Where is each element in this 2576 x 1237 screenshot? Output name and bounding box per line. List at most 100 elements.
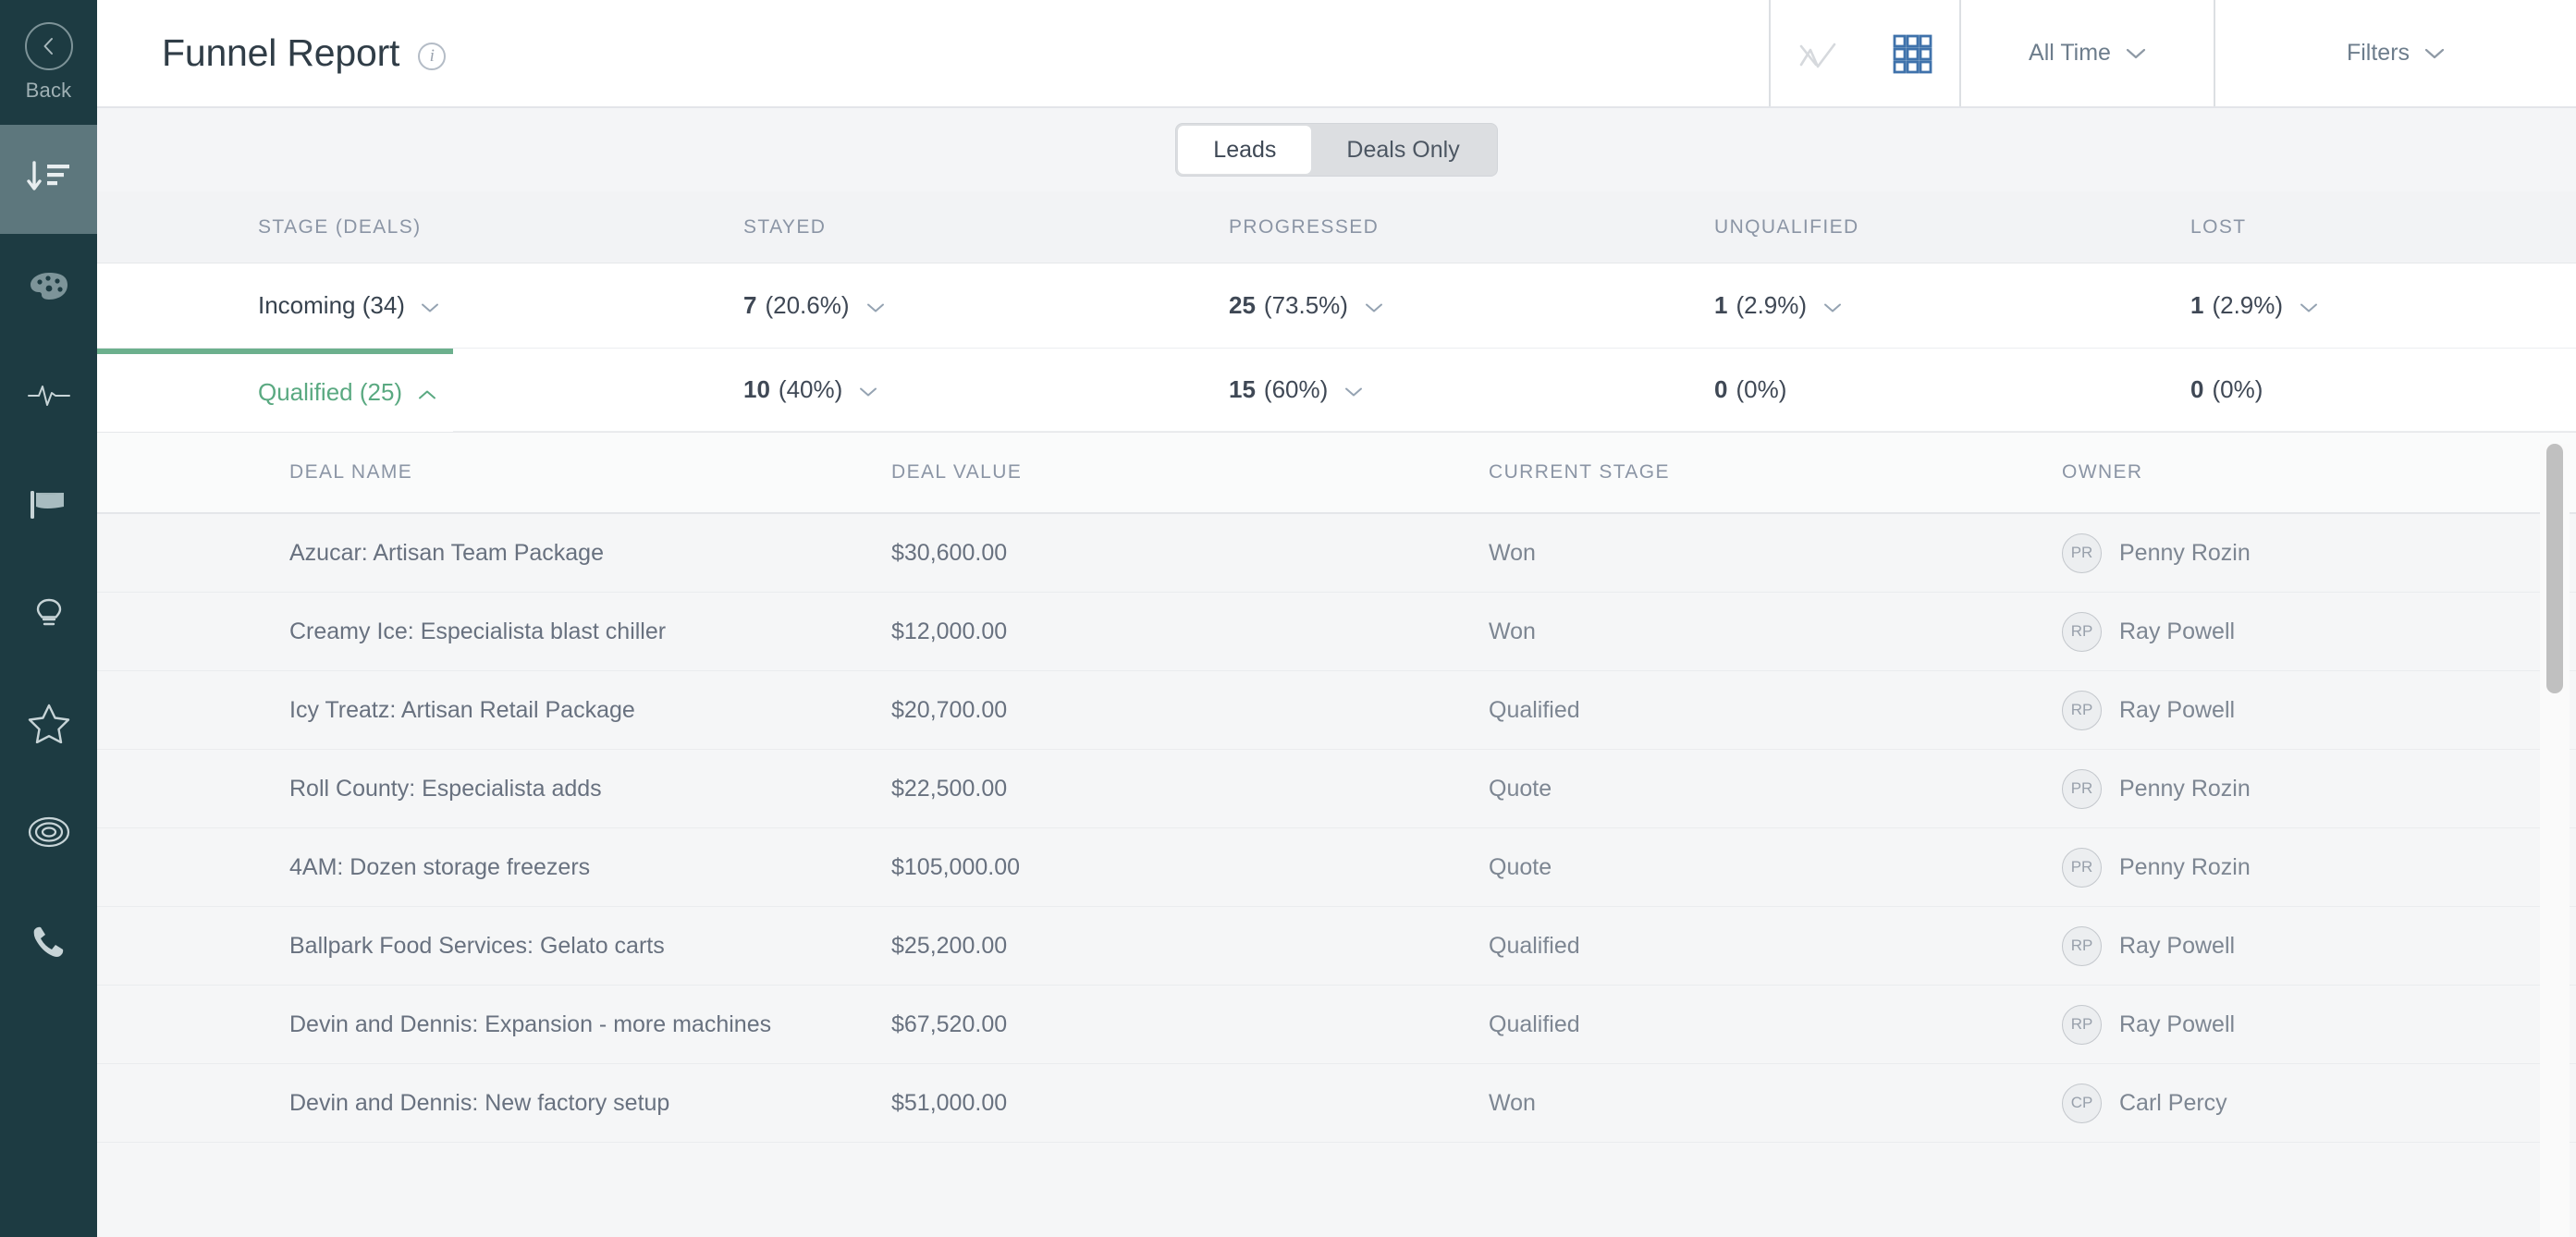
tab-deals-only[interactable]: Deals Only bbox=[1311, 126, 1494, 174]
back-label: Back bbox=[25, 79, 72, 102]
deals-col-stage: CURRENT STAGE bbox=[1489, 461, 1670, 483]
chevron-down-icon[interactable] bbox=[1823, 291, 1842, 320]
deal-value: $30,600.00 bbox=[891, 539, 1008, 566]
chevron-down-icon[interactable] bbox=[2300, 291, 2318, 320]
chevron-down-icon[interactable] bbox=[1344, 375, 1363, 404]
page-title: Funnel Report bbox=[162, 31, 400, 74]
deals-header-row: DEAL NAME DEAL VALUE CURRENT STAGE OWNER bbox=[97, 433, 2576, 514]
owner-name: Penny Rozin bbox=[2119, 539, 2251, 566]
deal-owner: PR Penny Rozin bbox=[2062, 768, 2576, 809]
deal-owner: PR Penny Rozin bbox=[2062, 847, 2576, 888]
deals-table-row[interactable]: Creamy Ice: Especialista blast chiller $1… bbox=[97, 593, 2576, 671]
avatar: PR bbox=[2062, 533, 2102, 573]
sidebar-item-goals[interactable] bbox=[0, 452, 97, 561]
funnel-unqualified-cell: 0 (0%) bbox=[1714, 375, 2190, 404]
deal-current-stage: Won bbox=[1489, 1089, 1536, 1116]
sidebar-item-dashboard[interactable] bbox=[0, 234, 97, 343]
funnel-progressed-pct: (73.5%) bbox=[1263, 291, 1348, 319]
deals-table-row[interactable]: Icy Treatz: Artisan Retail Package $20,70… bbox=[97, 671, 2576, 750]
funnel-unqualified-pct: (0%) bbox=[1736, 375, 1787, 403]
deals-scrollbar[interactable] bbox=[2540, 444, 2570, 1237]
funnel-stayed-cell[interactable]: 10 (40%) bbox=[743, 375, 1229, 404]
deal-name: Devin and Dennis: Expansion - more machi… bbox=[289, 1010, 772, 1037]
avatar: PR bbox=[2062, 768, 2102, 809]
funnel-stage-cell-selected[interactable]: Qualified (25) bbox=[97, 348, 743, 432]
deal-owner: RP Ray Powell bbox=[2062, 1004, 2576, 1045]
funnel-unqualified-cell[interactable]: 1 (2.9%) bbox=[1714, 291, 2190, 320]
funnel-row-incoming[interactable]: Incoming (34) 7 (20.6%) 25 (73.5%) 1 (2.… bbox=[97, 263, 2576, 349]
chevron-down-icon[interactable] bbox=[859, 375, 877, 404]
deals-table-row[interactable]: Roll County: Especialista adds $22,500.00… bbox=[97, 750, 2576, 828]
line-chart-icon[interactable] bbox=[1771, 37, 1865, 70]
avatar: CP bbox=[2062, 1083, 2102, 1123]
funnel-lost-count: 1 bbox=[2190, 291, 2204, 319]
info-icon[interactable]: i bbox=[418, 42, 447, 70]
avatar: RP bbox=[2062, 611, 2102, 652]
deals-table-row[interactable]: Devin and Dennis: Expansion - more machi… bbox=[97, 986, 2576, 1064]
funnel-lost-cell[interactable]: 1 (2.9%) bbox=[2190, 291, 2576, 320]
pulse-icon bbox=[27, 382, 71, 414]
funnel-row-qualified[interactable]: Qualified (25) 10 (40%) 15 (60%) 0 (0%) … bbox=[97, 348, 2576, 432]
back-button[interactable]: Back bbox=[0, 15, 97, 103]
funnel-progressed-cell[interactable]: 25 (73.5%) bbox=[1229, 291, 1714, 320]
sidebar-item-favorites[interactable] bbox=[0, 670, 97, 779]
deal-name: Creamy Ice: Especialista blast chiller bbox=[289, 618, 667, 644]
flag-icon bbox=[28, 489, 70, 525]
avatar: RP bbox=[2062, 690, 2102, 730]
funnel-col-unqualified: UNQUALIFIED bbox=[1714, 215, 1859, 238]
deals-col-name: DEAL NAME bbox=[289, 461, 413, 483]
funnel-stage-cell[interactable]: Incoming (34) bbox=[258, 291, 743, 320]
sidebar-item-funnel-report[interactable] bbox=[0, 125, 97, 234]
funnel-stayed-cell[interactable]: 7 (20.6%) bbox=[743, 291, 1229, 320]
deal-owner: RP Ray Powell bbox=[2062, 611, 2576, 652]
filters-label: Filters bbox=[2346, 40, 2410, 66]
chevron-up-icon[interactable] bbox=[418, 378, 436, 407]
deals-col-owner: OWNER bbox=[2062, 461, 2143, 483]
funnel-col-progressed: PROGRESSED bbox=[1229, 215, 1380, 238]
sidebar: Back bbox=[0, 0, 97, 1237]
chevron-down-icon[interactable] bbox=[421, 291, 439, 320]
deals-table-row[interactable]: Devin and Dennis: New factory setup $51,0… bbox=[97, 1064, 2576, 1143]
sidebar-item-activity[interactable] bbox=[0, 343, 97, 452]
owner-name: Penny Rozin bbox=[2119, 775, 2251, 802]
deals-table-row[interactable]: Azucar: Artisan Team Package $30,600.00 Wo… bbox=[97, 514, 2576, 593]
deals-table-row[interactable]: Ballpark Food Services: Gelato carts $25,… bbox=[97, 907, 2576, 986]
date-range-dropdown[interactable]: All Time bbox=[1961, 0, 2215, 106]
chevron-down-icon[interactable] bbox=[866, 291, 885, 320]
phone-icon bbox=[29, 923, 69, 964]
funnel-stage-label: Incoming (34) bbox=[258, 291, 405, 319]
funnel-sort-icon bbox=[25, 159, 73, 201]
tab-switch-row: Leads Deals Only bbox=[97, 108, 2576, 191]
sidebar-item-calls[interactable] bbox=[0, 888, 97, 998]
star-icon bbox=[28, 703, 70, 748]
deals-scrollbar-thumb[interactable] bbox=[2546, 444, 2563, 693]
deal-current-stage: Qualified bbox=[1489, 932, 1580, 959]
avatar: RP bbox=[2062, 1004, 2102, 1045]
funnel-progressed-cell[interactable]: 15 (60%) bbox=[1229, 375, 1714, 404]
owner-name: Ray Powell bbox=[2119, 696, 2236, 723]
chevron-down-icon bbox=[2424, 47, 2445, 60]
funnel-lost-pct: (2.9%) bbox=[2212, 291, 2284, 319]
sidebar-item-targets[interactable] bbox=[0, 779, 97, 888]
deal-name: Devin and Dennis: New factory setup bbox=[289, 1089, 670, 1116]
grid-view-icon[interactable] bbox=[1865, 33, 1959, 74]
deal-value: $67,520.00 bbox=[891, 1010, 1008, 1037]
funnel-unqualified-count: 0 bbox=[1714, 375, 1728, 403]
deal-name: Ballpark Food Services: Gelato carts bbox=[289, 932, 665, 959]
tab-leads[interactable]: Leads bbox=[1178, 126, 1312, 174]
funnel-lost-count: 0 bbox=[2190, 375, 2204, 403]
funnel-stage-label: Qualified (25) bbox=[258, 378, 403, 406]
filters-dropdown[interactable]: Filters bbox=[2215, 0, 2576, 106]
sidebar-item-insights[interactable] bbox=[0, 561, 97, 670]
funnel-lost-cell: 0 (0%) bbox=[2190, 375, 2576, 404]
owner-name: Carl Percy bbox=[2119, 1089, 2227, 1116]
deal-owner: CP Carl Percy bbox=[2062, 1083, 2576, 1123]
funnel-col-stage: STAGE (DEALS) bbox=[258, 215, 422, 238]
deal-value: $51,000.00 bbox=[891, 1089, 1008, 1116]
chevron-down-icon[interactable] bbox=[1365, 291, 1383, 320]
deals-table-row[interactable]: 4AM: Dozen storage freezers $105,000.00 Qu… bbox=[97, 828, 2576, 907]
deal-name: Azucar: Artisan Team Package bbox=[289, 539, 604, 566]
deal-name: Roll County: Especialista adds bbox=[289, 775, 602, 802]
funnel-lost-pct: (0%) bbox=[2212, 375, 2263, 403]
deal-current-stage: Won bbox=[1489, 539, 1536, 566]
